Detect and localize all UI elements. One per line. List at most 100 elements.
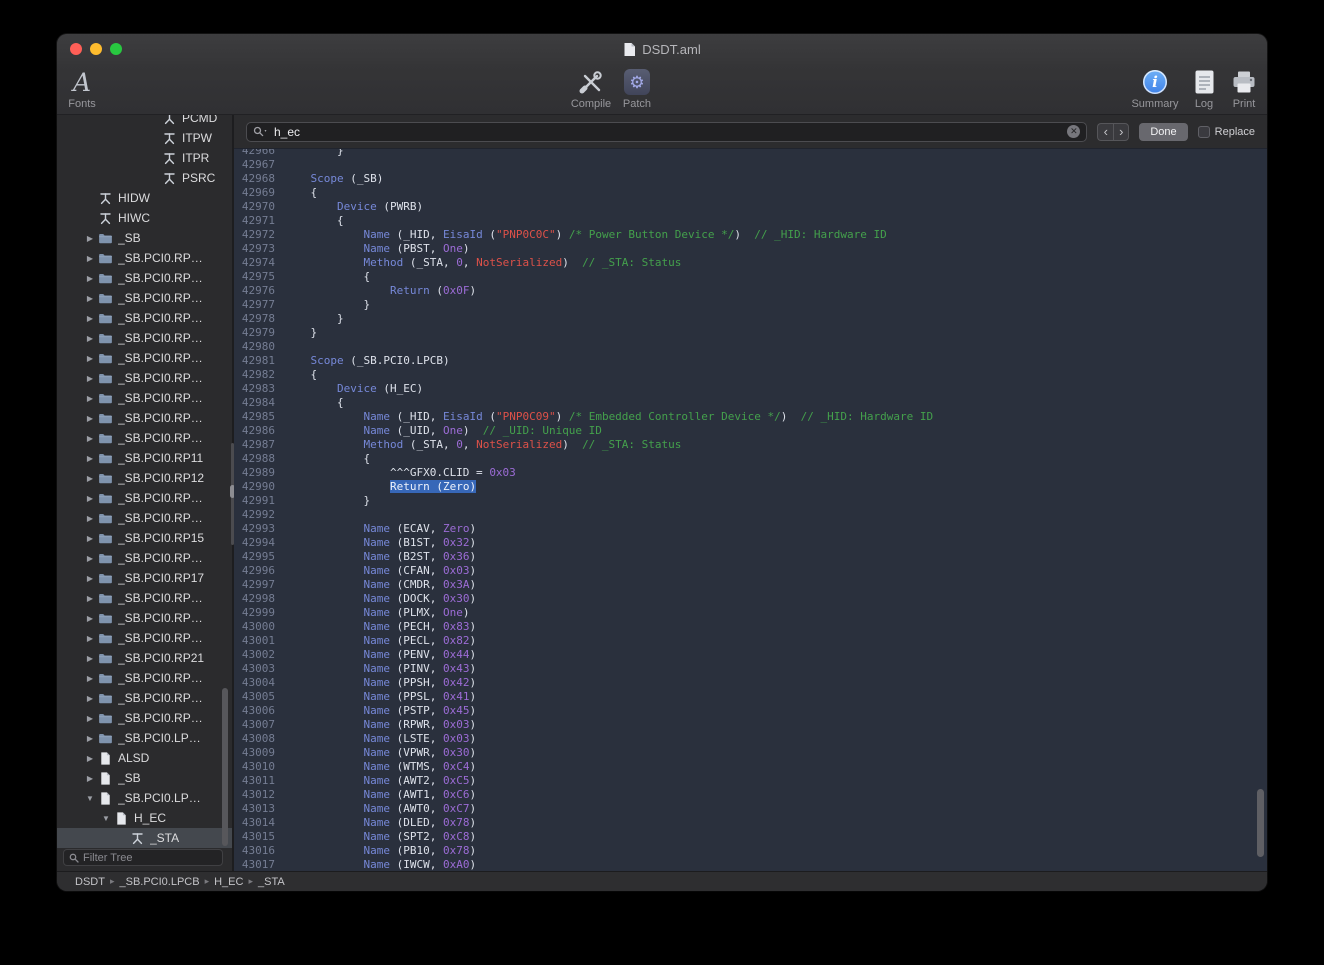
- breadcrumb-item[interactable]: DSDT: [75, 876, 105, 888]
- tree-item-_SBPCI0RP[interactable]: ▶_SB.PCI0.RP…: [57, 308, 232, 328]
- find-next-button[interactable]: ›: [1113, 123, 1129, 141]
- tree-item-HIWC[interactable]: HIWC: [57, 208, 232, 228]
- tree-item-_SBPCI0RP17[interactable]: ▶_SB.PCI0.RP17: [57, 568, 232, 588]
- print-button[interactable]: Print: [1224, 67, 1264, 110]
- tree-item-_SBPCI0LP[interactable]: ▶_SB.PCI0.LP…: [57, 728, 232, 748]
- disclosure-triangle-icon[interactable]: ▶: [83, 314, 97, 323]
- code-token: ): [469, 578, 476, 591]
- replace-checkbox[interactable]: [1198, 126, 1210, 138]
- disclosure-triangle-icon[interactable]: ▶: [83, 434, 97, 443]
- summary-button[interactable]: i Summary: [1123, 67, 1187, 110]
- disclosure-triangle-icon[interactable]: ▶: [83, 354, 97, 363]
- code-token: [284, 228, 363, 241]
- tree-item-_SB[interactable]: ▶_SB: [57, 228, 232, 248]
- disclosure-triangle-icon[interactable]: ▶: [83, 634, 97, 643]
- code-token: ): [469, 690, 476, 703]
- log-button[interactable]: Log: [1184, 67, 1224, 110]
- disclosure-triangle-icon[interactable]: ▶: [83, 554, 97, 563]
- tree-item-_SBPCI0RP[interactable]: ▶_SB.PCI0.RP…: [57, 688, 232, 708]
- disclosure-triangle-icon[interactable]: ▶: [83, 654, 97, 663]
- tree-item-_SBPCI0RP[interactable]: ▶_SB.PCI0.RP…: [57, 428, 232, 448]
- disclosure-triangle-icon[interactable]: ▶: [83, 334, 97, 343]
- minimize-button[interactable]: [90, 43, 102, 55]
- done-button[interactable]: Done: [1139, 123, 1187, 141]
- breadcrumb-item[interactable]: H_EC: [214, 876, 243, 888]
- tree-item-_SBPCI0RP[interactable]: ▶_SB.PCI0.RP…: [57, 288, 232, 308]
- tree-item-_SBPCI0RP[interactable]: ▶_SB.PCI0.RP…: [57, 508, 232, 528]
- patch-button[interactable]: ⚙ Patch: [609, 67, 665, 110]
- sidebar-scrollbar[interactable]: [222, 688, 228, 846]
- code-token: ): [469, 676, 476, 689]
- search-input[interactable]: h_ec ✕: [246, 122, 1087, 142]
- tree-item-_STA[interactable]: _STA: [57, 828, 232, 848]
- disclosure-triangle-icon[interactable]: ▶: [83, 754, 97, 763]
- tree-item-_SBPCI0RP[interactable]: ▶_SB.PCI0.RP…: [57, 328, 232, 348]
- tree-item-_SBPCI0RP[interactable]: ▶_SB.PCI0.RP…: [57, 408, 232, 428]
- tree-item-_SBPCI0RP21[interactable]: ▶_SB.PCI0.RP21: [57, 648, 232, 668]
- tree-item-_SBPCI0RP[interactable]: ▶_SB.PCI0.RP…: [57, 628, 232, 648]
- zoom-button[interactable]: [110, 43, 122, 55]
- breadcrumb-item[interactable]: _STA: [258, 876, 285, 888]
- tree-item-PCMD[interactable]: PCMD: [57, 115, 232, 128]
- tree-item-ALSD[interactable]: ▶ALSD: [57, 748, 232, 768]
- disclosure-triangle-icon[interactable]: ▶: [83, 694, 97, 703]
- title-bar[interactable]: DSDT.aml: [57, 34, 1267, 64]
- disclosure-triangle-icon[interactable]: ▼: [99, 814, 113, 823]
- code-token: (H_EC): [377, 382, 423, 395]
- disclosure-triangle-icon[interactable]: ▶: [83, 454, 97, 463]
- tree-item-_SBPCI0LP[interactable]: ▼_SB.PCI0.LP…: [57, 788, 232, 808]
- disclosure-triangle-icon[interactable]: ▶: [83, 514, 97, 523]
- disclosure-triangle-icon[interactable]: ▶: [83, 474, 97, 483]
- editor-scrollbar[interactable]: [1257, 789, 1264, 857]
- tree-item-_SBPCI0RP[interactable]: ▶_SB.PCI0.RP…: [57, 668, 232, 688]
- code-editor[interactable]: 42966 }4296742968 Scope (_SB)42969 {4297…: [234, 148, 1267, 871]
- tree-item-_SBPCI0RP[interactable]: ▶_SB.PCI0.RP…: [57, 368, 232, 388]
- tree-item-_SBPCI0RP15[interactable]: ▶_SB.PCI0.RP15: [57, 528, 232, 548]
- disclosure-triangle-icon[interactable]: ▶: [83, 374, 97, 383]
- disclosure-triangle-icon[interactable]: ▶: [83, 274, 97, 283]
- disclosure-triangle-icon[interactable]: ▶: [83, 494, 97, 503]
- tree-item-ITPW[interactable]: ITPW: [57, 128, 232, 148]
- clear-search-icon[interactable]: ✕: [1067, 125, 1080, 138]
- code-line: 43004 Name (PPSH, 0x42): [234, 676, 1267, 690]
- close-button[interactable]: [70, 43, 82, 55]
- tree-item-HIDW[interactable]: HIDW: [57, 188, 232, 208]
- disclosure-triangle-icon[interactable]: ▶: [83, 394, 97, 403]
- filter-tree-field[interactable]: Filter Tree: [63, 849, 223, 866]
- tree-item-_SBPCI0RP[interactable]: ▶_SB.PCI0.RP…: [57, 248, 232, 268]
- breadcrumb-item[interactable]: _SB.PCI0.LPCB: [119, 876, 199, 888]
- search-menu-icon[interactable]: [253, 126, 269, 137]
- sidebar: PCMDITPWITPRPSRCHIDWHIWC▶_SB▶_SB.PCI0.RP…: [57, 115, 232, 871]
- disclosure-triangle-icon[interactable]: ▶: [83, 614, 97, 623]
- tree-item-_SBPCI0RP[interactable]: ▶_SB.PCI0.RP…: [57, 348, 232, 368]
- fonts-button[interactable]: A Fonts: [59, 67, 105, 110]
- disclosure-triangle-icon[interactable]: ▶: [83, 534, 97, 543]
- tree-item-ITPR[interactable]: ITPR: [57, 148, 232, 168]
- disclosure-triangle-icon[interactable]: ▶: [83, 234, 97, 243]
- code-token: Name: [363, 830, 390, 843]
- disclosure-triangle-icon[interactable]: ▶: [83, 574, 97, 583]
- find-previous-button[interactable]: ‹: [1097, 123, 1113, 141]
- disclosure-triangle-icon[interactable]: ▶: [83, 714, 97, 723]
- tree-item-_SBPCI0RP[interactable]: ▶_SB.PCI0.RP…: [57, 388, 232, 408]
- tree-item-_SB[interactable]: ▶_SB: [57, 768, 232, 788]
- tree-item-_SBPCI0RP[interactable]: ▶_SB.PCI0.RP…: [57, 548, 232, 568]
- tree-item-_SBPCI0RP[interactable]: ▶_SB.PCI0.RP…: [57, 708, 232, 728]
- tree-item-_SBPCI0RP[interactable]: ▶_SB.PCI0.RP…: [57, 608, 232, 628]
- tree-item-H_EC[interactable]: ▼H_EC: [57, 808, 232, 828]
- disclosure-triangle-icon[interactable]: ▶: [83, 594, 97, 603]
- tree-item-_SBPCI0RP12[interactable]: ▶_SB.PCI0.RP12: [57, 468, 232, 488]
- disclosure-triangle-icon[interactable]: ▶: [83, 294, 97, 303]
- disclosure-triangle-icon[interactable]: ▼: [83, 794, 97, 803]
- tree-item-_SBPCI0RP11[interactable]: ▶_SB.PCI0.RP11: [57, 448, 232, 468]
- code-token: ): [463, 606, 470, 619]
- tree-item-_SBPCI0RP[interactable]: ▶_SB.PCI0.RP…: [57, 488, 232, 508]
- disclosure-triangle-icon[interactable]: ▶: [83, 774, 97, 783]
- disclosure-triangle-icon[interactable]: ▶: [83, 734, 97, 743]
- disclosure-triangle-icon[interactable]: ▶: [83, 674, 97, 683]
- disclosure-triangle-icon[interactable]: ▶: [83, 254, 97, 263]
- tree-item-_SBPCI0RP[interactable]: ▶_SB.PCI0.RP…: [57, 268, 232, 288]
- disclosure-triangle-icon[interactable]: ▶: [83, 414, 97, 423]
- tree-item-PSRC[interactable]: PSRC: [57, 168, 232, 188]
- tree-item-_SBPCI0RP[interactable]: ▶_SB.PCI0.RP…: [57, 588, 232, 608]
